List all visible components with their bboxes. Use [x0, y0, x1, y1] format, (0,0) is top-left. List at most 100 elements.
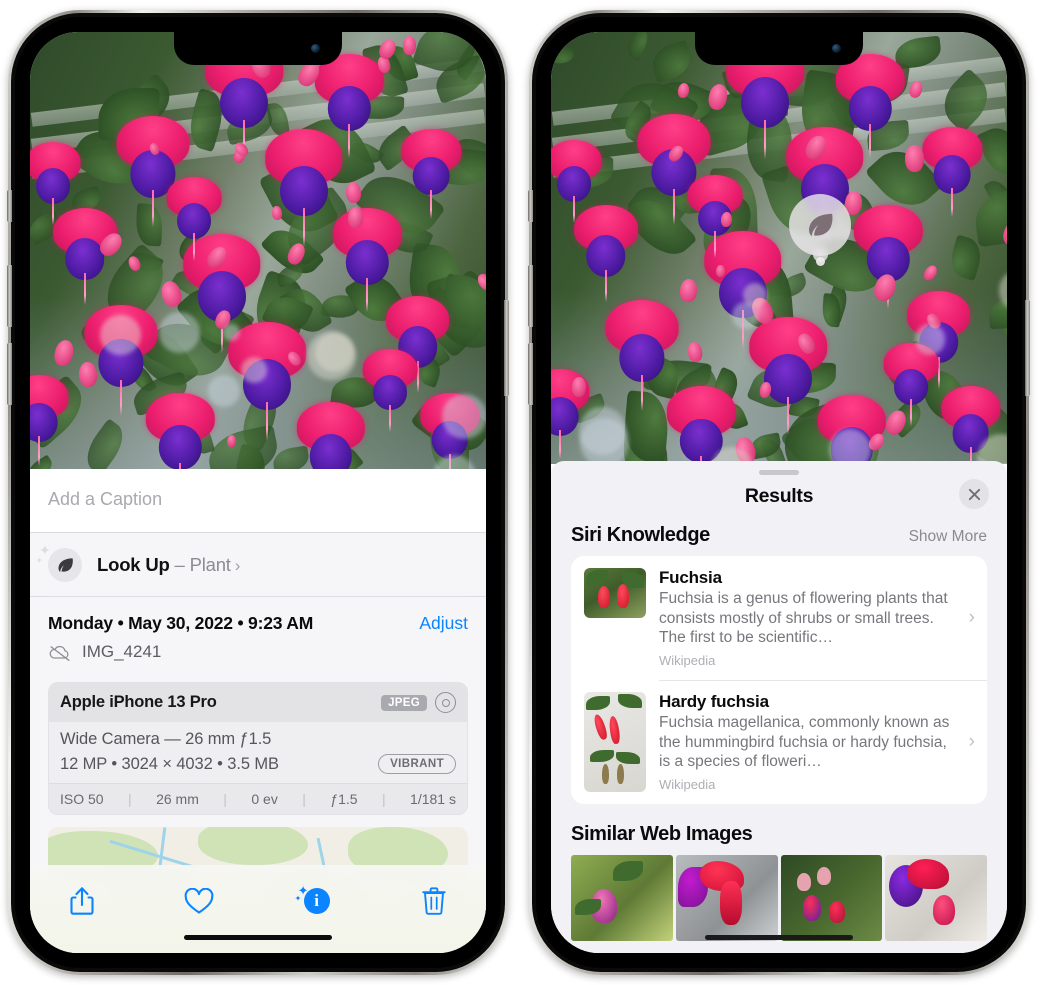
photo-detail: [687, 174, 743, 258]
leaf-icon: [808, 213, 832, 236]
photo-info-sheet: Add a Caption ✦ ✦ Look Up – Plant › Mond…: [30, 469, 486, 953]
lookup-pointer-small: [816, 257, 825, 266]
result-source: Wikipedia: [659, 653, 716, 669]
home-indicator[interactable]: [705, 935, 853, 940]
chevron-right-icon: ›: [968, 731, 975, 753]
divider: |: [223, 791, 227, 807]
delete-button[interactable]: [412, 879, 456, 923]
heart-icon: [184, 887, 214, 914]
photo-detail: [362, 348, 418, 433]
photo-viewer[interactable]: [30, 32, 486, 472]
photo-metadata-block: Monday • May 30, 2022 • 9:23 AM Adjust I…: [30, 597, 486, 670]
photo-viewer[interactable]: [551, 32, 1007, 464]
web-image-3[interactable]: [780, 855, 883, 942]
visual-lookup-badge[interactable]: [789, 194, 851, 256]
show-more-button[interactable]: Show More: [909, 528, 987, 546]
photo-detail: [296, 401, 366, 472]
share-button[interactable]: [60, 879, 104, 923]
exif-body: Wide Camera — 26 mm ƒ1.5 12 MP • 3024 × …: [49, 722, 467, 783]
photo-detail: [100, 314, 141, 356]
capture-date: Monday • May 30, 2022 • 9:23 AM: [48, 613, 314, 633]
photo-detail: [904, 144, 925, 172]
screenshot-stage: Add a Caption ✦ ✦ Look Up – Plant › Mond…: [0, 0, 1055, 985]
divider: |: [381, 791, 386, 807]
photo-detail: [749, 317, 827, 436]
chevron-right-icon: ›: [968, 607, 975, 628]
result-thumbnail: [584, 692, 646, 793]
section-title: Similar Web Images: [571, 823, 753, 846]
photo-detail: [166, 177, 222, 261]
photographic-style-badge: VIBRANT: [378, 754, 456, 774]
exif-stat: ƒ1.5: [330, 791, 358, 807]
similar-web-images-row: [551, 855, 1007, 942]
right-iphone-device: Results Siri Knowledge Show More Fuchsia…: [528, 10, 1030, 975]
divider: |: [302, 791, 306, 807]
exif-header: Apple iPhone 13 Pro JPEG: [49, 683, 467, 722]
photo-detail: [306, 331, 356, 381]
camera-model: Apple iPhone 13 Pro: [60, 693, 217, 711]
exif-card[interactable]: Apple iPhone 13 Pro JPEG Wide Camera — 2…: [48, 682, 468, 815]
volume-down-button[interactable]: [528, 343, 533, 405]
chevron-right-icon: ›: [234, 556, 241, 575]
result-description: Fuchsia magellanica, commonly known as t…: [659, 714, 950, 771]
results-sheet: Results Siri Knowledge Show More Fuchsia…: [551, 461, 1007, 953]
trash-icon: [422, 887, 446, 915]
photo-detail: [146, 392, 215, 472]
silence-switch[interactable]: [7, 190, 12, 222]
lens-info: Wide Camera — 26 mm ƒ1.5: [60, 730, 272, 748]
divider: |: [128, 791, 132, 807]
sparkle-small-icon: ✦: [36, 556, 43, 565]
list-item[interactable]: Fuchsia Fuchsia is a genus of flowering …: [571, 556, 987, 680]
list-item[interactable]: Hardy fuchsia Fuchsia magellanica, commo…: [571, 680, 987, 804]
leaf-icon: ✦ ✦: [36, 543, 82, 582]
exif-stats-row: ISO 50 | 26 mm | 0 ev | ƒ1.5 | 1/181 s: [49, 783, 467, 814]
right-screen: Results Siri Knowledge Show More Fuchsia…: [551, 32, 1007, 953]
info-button[interactable]: ✦ ✦ i: [295, 879, 339, 923]
adjust-button[interactable]: Adjust: [419, 613, 468, 634]
look-up-title: Look Up: [97, 554, 170, 575]
look-up-label: Look Up – Plant ›: [97, 554, 240, 576]
web-image-2[interactable]: [675, 855, 778, 942]
look-up-subject: Plant: [189, 554, 231, 575]
volume-up-button[interactable]: [528, 265, 533, 327]
notch: [695, 32, 863, 65]
left-screen: Add a Caption ✦ ✦ Look Up – Plant › Mond…: [30, 32, 486, 953]
photo-detail: [30, 375, 69, 466]
favorite-button[interactable]: [177, 879, 221, 923]
share-icon: [70, 887, 94, 915]
file-size-info: 12 MP • 3024 × 4032 • 3.5 MB: [60, 754, 279, 773]
result-title: Hardy fuchsia: [659, 692, 769, 712]
result-thumbnail: [584, 568, 646, 618]
result-source: Wikipedia: [659, 777, 716, 793]
photo-detail: [922, 127, 982, 218]
close-button[interactable]: [959, 479, 989, 509]
photo-filename: IMG_4241: [82, 642, 162, 661]
look-up-row[interactable]: ✦ ✦ Look Up – Plant ›: [30, 533, 486, 597]
home-indicator[interactable]: [184, 935, 332, 940]
volume-down-button[interactable]: [7, 343, 12, 405]
caption-input[interactable]: Add a Caption: [48, 489, 468, 510]
photo-detail: [580, 418, 629, 464]
photo-detail: [441, 393, 486, 440]
siri-knowledge-header: Siri Knowledge Show More: [551, 522, 1007, 556]
side-power-button[interactable]: [504, 300, 509, 396]
raw-circle-icon: [435, 692, 456, 713]
exif-stat: 0 ev: [251, 791, 278, 807]
photo-detail: [223, 323, 241, 341]
caption-field-row[interactable]: Add a Caption: [30, 469, 486, 533]
format-badge: JPEG: [381, 694, 427, 711]
photo-detail: [571, 377, 586, 397]
web-image-4[interactable]: [885, 855, 987, 942]
knowledge-card: Fuchsia Fuchsia is a genus of flowering …: [571, 556, 987, 805]
side-power-button[interactable]: [1025, 300, 1030, 396]
silence-switch[interactable]: [528, 190, 533, 222]
result-text: Hardy fuchsia Fuchsia magellanica, commo…: [659, 692, 975, 792]
result-description: Fuchsia is a genus of flowering plants t…: [659, 590, 948, 647]
results-header: Results: [551, 475, 1007, 522]
result-title: Fuchsia: [659, 568, 722, 587]
front-camera-icon: [311, 44, 320, 53]
photo-detail: [716, 264, 726, 277]
section-title: Siri Knowledge: [571, 524, 710, 546]
web-image-1[interactable]: [571, 855, 673, 942]
volume-up-button[interactable]: [7, 265, 12, 327]
